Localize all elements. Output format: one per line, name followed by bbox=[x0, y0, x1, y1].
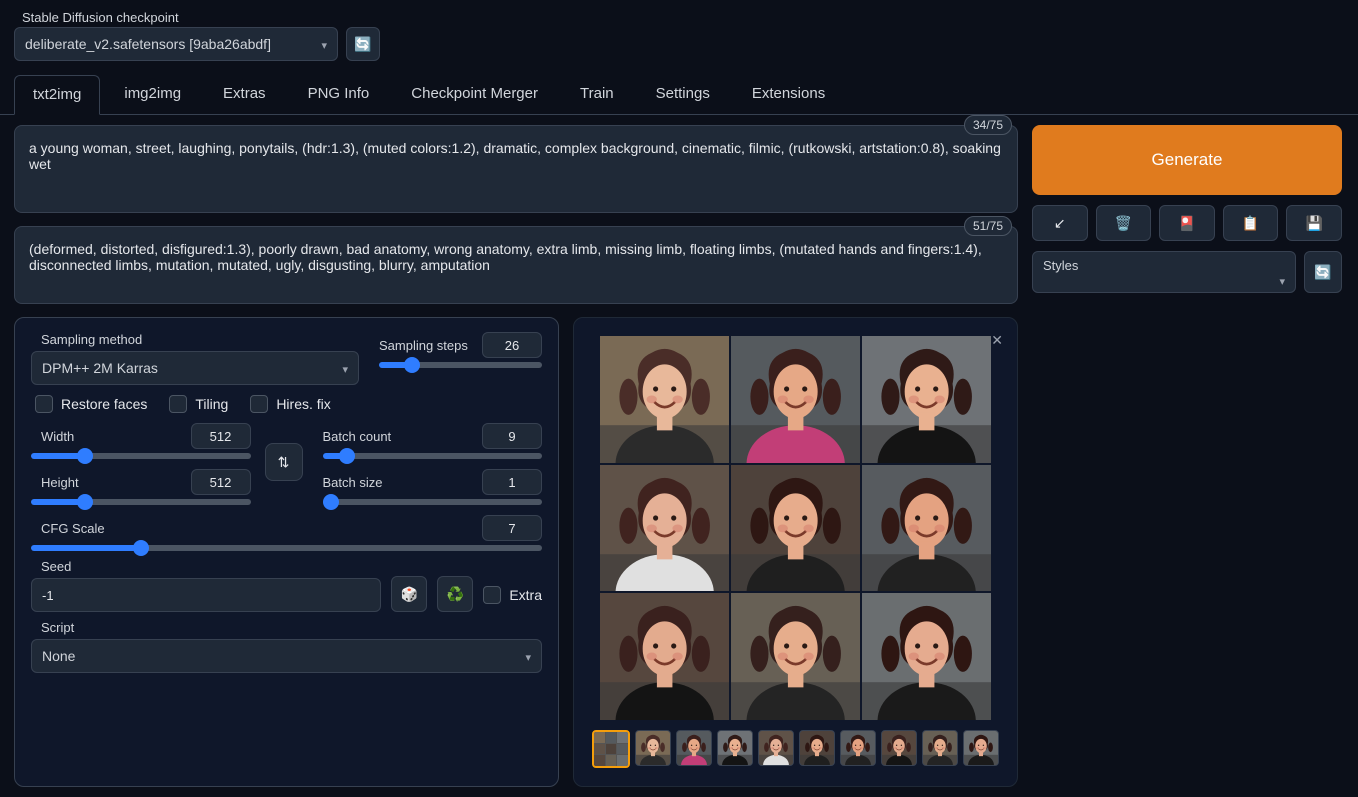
thumbnail-0[interactable] bbox=[592, 730, 630, 768]
sampler-select[interactable]: DPM++ 2M Karras bbox=[31, 351, 359, 385]
read-last-params-button[interactable]: ↙ bbox=[1032, 205, 1088, 241]
checkpoint-value: deliberate_v2.safetensors [9aba26abdf] bbox=[25, 36, 271, 52]
swap-icon: ⇅ bbox=[278, 454, 290, 471]
batch-size-value[interactable] bbox=[482, 469, 542, 495]
seed-label: Seed bbox=[31, 559, 381, 574]
thumbnail-3[interactable] bbox=[717, 730, 753, 766]
recycle-icon: ♻️ bbox=[447, 586, 464, 603]
output-image-3[interactable] bbox=[600, 465, 729, 592]
output-image-2[interactable] bbox=[862, 336, 991, 463]
output-image-0[interactable] bbox=[600, 336, 729, 463]
paste-button[interactable]: 📋 bbox=[1223, 205, 1279, 241]
output-panel: ✕ bbox=[573, 317, 1018, 787]
styles-label: Styles bbox=[1043, 258, 1285, 273]
batch-count-value[interactable] bbox=[482, 423, 542, 449]
tiling-checkbox[interactable]: Tiling bbox=[169, 395, 228, 413]
save-icon: 💾 bbox=[1305, 215, 1322, 232]
thumbnail-5[interactable] bbox=[799, 730, 835, 766]
tab-img2img[interactable]: img2img bbox=[106, 75, 199, 114]
output-image-5[interactable] bbox=[862, 465, 991, 592]
tab-train[interactable]: Train bbox=[562, 75, 632, 114]
tabs: txt2imgimg2imgExtrasPNG InfoCheckpoint M… bbox=[0, 61, 1358, 115]
prompt-input[interactable] bbox=[14, 125, 1018, 213]
art-icon: 🎴 bbox=[1178, 215, 1195, 232]
batch-size-slider[interactable] bbox=[323, 499, 543, 505]
arrow-down-left-icon: ↙ bbox=[1054, 215, 1066, 232]
negative-prompt-input[interactable] bbox=[14, 226, 1018, 304]
generate-button[interactable]: Generate bbox=[1032, 125, 1342, 195]
chevron-down-icon bbox=[321, 36, 327, 52]
save-style-button[interactable]: 💾 bbox=[1286, 205, 1342, 241]
styles-select[interactable]: Styles ▾ bbox=[1032, 251, 1296, 293]
thumbnail-2[interactable] bbox=[676, 730, 712, 766]
chevron-down-icon bbox=[525, 648, 531, 664]
steps-value[interactable] bbox=[482, 332, 542, 358]
script-select[interactable]: None bbox=[31, 639, 542, 673]
tab-txt2img[interactable]: txt2img bbox=[14, 75, 100, 115]
thumbnail-9[interactable] bbox=[963, 730, 999, 766]
hires-fix-checkbox[interactable]: Hires. fix bbox=[250, 395, 330, 413]
sampler-label: Sampling method bbox=[31, 332, 359, 347]
steps-label: Sampling steps bbox=[379, 338, 468, 353]
output-image-8[interactable] bbox=[862, 593, 991, 720]
thumbnail-4[interactable] bbox=[758, 730, 794, 766]
clipboard-icon: 📋 bbox=[1242, 215, 1259, 232]
thumbnail-8[interactable] bbox=[922, 730, 958, 766]
tab-checkpoint-merger[interactable]: Checkpoint Merger bbox=[393, 75, 556, 114]
random-seed-button[interactable]: 🎲 bbox=[391, 576, 427, 612]
output-image-1[interactable] bbox=[731, 336, 860, 463]
height-slider[interactable] bbox=[31, 499, 251, 505]
restore-faces-checkbox[interactable]: Restore faces bbox=[35, 395, 147, 413]
clear-prompt-button[interactable]: 🗑️ bbox=[1096, 205, 1152, 241]
neg-prompt-token-count: 51/75 bbox=[964, 216, 1012, 236]
output-thumbnails bbox=[592, 730, 999, 768]
apply-style-button[interactable]: 🔄 bbox=[1304, 251, 1342, 293]
settings-panel: Sampling method DPM++ 2M Karras Sampling… bbox=[14, 317, 559, 787]
checkpoint-label: Stable Diffusion checkpoint bbox=[14, 10, 1344, 25]
swap-dimensions-button[interactable]: ⇅ bbox=[265, 443, 303, 481]
height-value[interactable] bbox=[191, 469, 251, 495]
cfg-slider[interactable] bbox=[31, 545, 542, 551]
extra-networks-button[interactable]: 🎴 bbox=[1159, 205, 1215, 241]
thumbnail-6[interactable] bbox=[840, 730, 876, 766]
output-image-7[interactable] bbox=[731, 593, 860, 720]
checkpoint-select[interactable]: deliberate_v2.safetensors [9aba26abdf] bbox=[14, 27, 338, 61]
width-value[interactable] bbox=[191, 423, 251, 449]
tab-png-info[interactable]: PNG Info bbox=[290, 75, 388, 114]
chevron-down-icon bbox=[342, 360, 348, 376]
batch-size-label: Batch size bbox=[323, 475, 383, 490]
output-image-4[interactable] bbox=[731, 465, 860, 592]
refresh-icon: 🔄 bbox=[354, 36, 371, 53]
output-image-6[interactable] bbox=[600, 593, 729, 720]
refresh-icon: 🔄 bbox=[1314, 264, 1331, 281]
seed-input[interactable] bbox=[31, 578, 381, 612]
prompt-token-count: 34/75 bbox=[964, 115, 1012, 135]
chevron-down-icon: ▾ bbox=[1279, 275, 1285, 288]
height-label: Height bbox=[31, 475, 79, 490]
width-label: Width bbox=[31, 429, 74, 444]
cfg-label: CFG Scale bbox=[31, 521, 105, 536]
batch-count-label: Batch count bbox=[323, 429, 392, 444]
close-icon: ✕ bbox=[991, 332, 1003, 348]
reload-checkpoint-button[interactable]: 🔄 bbox=[346, 27, 380, 61]
close-preview-button[interactable]: ✕ bbox=[991, 332, 1003, 349]
extra-seed-checkbox[interactable]: Extra bbox=[483, 586, 542, 604]
thumbnail-7[interactable] bbox=[881, 730, 917, 766]
trash-icon: 🗑️ bbox=[1115, 215, 1132, 232]
reuse-seed-button[interactable]: ♻️ bbox=[437, 576, 473, 612]
tab-extras[interactable]: Extras bbox=[205, 75, 284, 114]
thumbnail-1[interactable] bbox=[635, 730, 671, 766]
batch-count-slider[interactable] bbox=[323, 453, 543, 459]
tab-settings[interactable]: Settings bbox=[638, 75, 728, 114]
steps-slider[interactable] bbox=[379, 362, 542, 368]
output-grid[interactable] bbox=[600, 336, 992, 720]
dice-icon: 🎲 bbox=[401, 586, 418, 603]
width-slider[interactable] bbox=[31, 453, 251, 459]
cfg-value[interactable] bbox=[482, 515, 542, 541]
script-label: Script bbox=[31, 620, 542, 635]
tab-extensions[interactable]: Extensions bbox=[734, 75, 843, 114]
